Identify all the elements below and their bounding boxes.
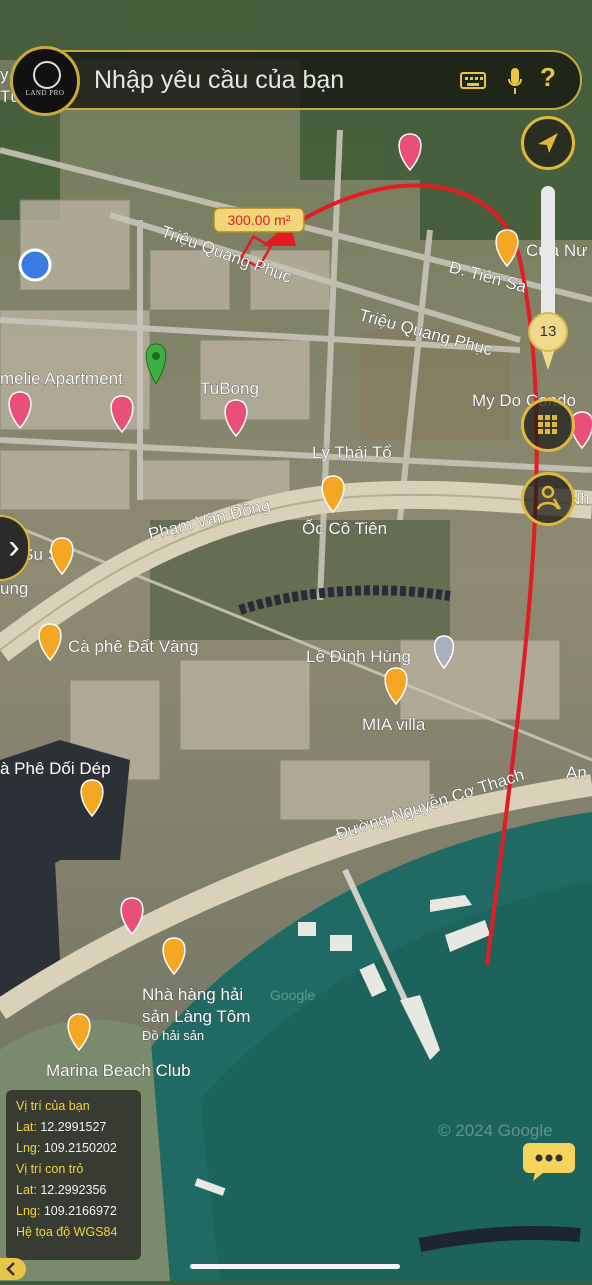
coordinate-info-panel: Vị trí của bạn Lat: 12.2991527 Lng: 109.…: [6, 1090, 141, 1260]
poi-label: Marina Beach Club: [46, 1061, 191, 1080]
poi-label: MIA villa: [362, 715, 426, 734]
coordinate-system-label: Hệ tọa độ WGS84: [16, 1225, 118, 1239]
pointer-position-label: Vị trí con trỏ: [16, 1162, 84, 1176]
navigation-button[interactable]: [521, 116, 575, 170]
search-input[interactable]: Nhập yêu cầu của bạn: [94, 66, 344, 95]
globe-logo-icon: [33, 61, 61, 89]
poi-label: Ốc Cô Tiên: [302, 518, 387, 538]
logo-text: LAND PRO: [25, 89, 65, 97]
grid-layers-icon: [538, 415, 557, 434]
your-position-label: Vị trí của bạn: [16, 1099, 90, 1113]
zoom-level-knob[interactable]: 13: [528, 312, 568, 352]
home-indicator[interactable]: [190, 1264, 400, 1269]
navigation-arrow-icon: [538, 133, 558, 153]
chat-bubble-icon[interactable]: [521, 1137, 577, 1185]
lat-label: Lat:: [16, 1183, 37, 1197]
lat-value: 12.2991527: [40, 1120, 107, 1134]
app-logo[interactable]: LAND PRO: [10, 46, 80, 116]
watermark: Google: [270, 987, 315, 1003]
current-location-dot[interactable]: [18, 248, 52, 282]
chevron-right-icon: ›: [8, 528, 20, 566]
poi-label: Nhà hàng hải: [142, 985, 243, 1004]
poi-label: à Phê Dối Dép: [0, 759, 111, 778]
poi-label: TuBong: [200, 379, 259, 398]
poi-label: y: [0, 65, 9, 84]
poi-label: Lê Đình Hùng: [306, 647, 411, 666]
satellite-map[interactable]: 300.00 m² Triệu Quang Phục Triệu Quang P…: [0, 0, 592, 1281]
poi-label: An: [566, 763, 587, 782]
lng-value: 109.2150202: [43, 1141, 117, 1155]
help-icon[interactable]: ?: [540, 62, 556, 93]
back-button[interactable]: [0, 1258, 26, 1280]
poi-label: melie Apartment: [0, 369, 123, 388]
search-bar[interactable]: LAND PRO Nhập yêu cầu của bạn ?: [10, 46, 582, 116]
keyboard-icon[interactable]: [460, 72, 486, 89]
microphone-icon[interactable]: [508, 67, 522, 97]
lat-value: 12.2992356: [40, 1183, 107, 1197]
lng-label: Lng:: [16, 1141, 41, 1155]
lng-value: 109.2166972: [43, 1204, 117, 1218]
lat-label: Lat:: [16, 1120, 37, 1134]
poi-label: sản Làng Tôm: [142, 1007, 250, 1026]
poi-label: Cửa Nư: [526, 241, 588, 260]
poi-label: Cà phê Đất Vàng: [68, 637, 198, 656]
layers-button[interactable]: [521, 398, 575, 452]
street-view-button[interactable]: [521, 472, 575, 526]
street-view-person-icon: [536, 485, 562, 510]
back-arrow-icon: [6, 1262, 15, 1276]
street-label: Lý Thái Tổ: [312, 443, 392, 462]
poi-label: Đồ hải sản: [142, 1028, 204, 1043]
poi-label: ung: [0, 579, 28, 598]
lng-label: Lng:: [16, 1204, 41, 1218]
parcel-area-label: 300.00 m²: [227, 212, 290, 228]
